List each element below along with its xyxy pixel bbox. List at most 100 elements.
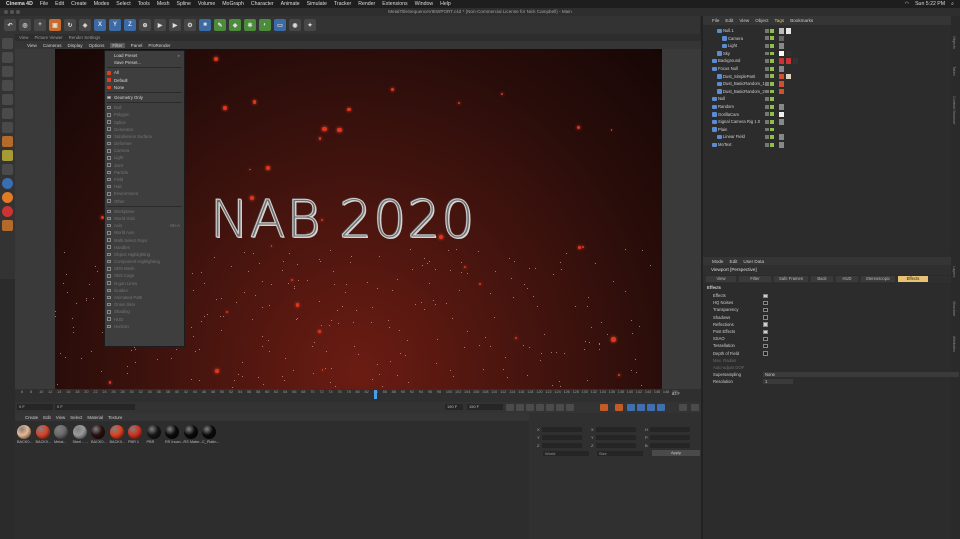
visibility-dot-icon[interactable] <box>765 142 769 147</box>
filter-menu-item[interactable]: Load Preset ▸ <box>105 52 184 59</box>
filter-menu-item[interactable]: Animated Path <box>105 294 184 301</box>
polygons-mode-icon[interactable] <box>2 122 13 133</box>
minimize-icon[interactable] <box>10 10 14 14</box>
side-tab[interactable]: Layers <box>952 266 956 277</box>
enable-check-icon[interactable] <box>770 142 774 147</box>
texture-mode-icon[interactable] <box>2 66 13 77</box>
material-swatch[interactable]: BACK0... <box>35 425 51 445</box>
tag-icon[interactable] <box>786 58 791 64</box>
visibility-dot-icon[interactable] <box>765 89 769 94</box>
tag-icon[interactable] <box>786 73 791 80</box>
object-row[interactable]: Dust_BasicRandom_2 <box>703 88 951 96</box>
timeline-ruler[interactable]: 6 8 10 12 14 16 18 20 22 24 26 28 30 32 34 36 38 40 42 44 46… <box>15 389 701 402</box>
object-row[interactable]: Background <box>703 57 951 65</box>
mat-menu-select[interactable]: Select <box>70 415 82 420</box>
coord-system-icon[interactable]: ⊕ <box>139 19 151 31</box>
plugin-icon-4[interactable] <box>2 220 13 231</box>
enable-check-icon[interactable] <box>770 66 774 71</box>
coord-mode-select[interactable]: Size <box>597 451 643 456</box>
checkbox[interactable] <box>763 351 768 356</box>
filter-menu-item[interactable]: Joint <box>105 162 184 169</box>
enable-check-icon[interactable] <box>770 59 774 63</box>
filter-menu-item[interactable]: Subdivision Surface <box>105 133 184 140</box>
attr-menu-mode[interactable]: Mode <box>712 259 724 264</box>
edges-mode-icon[interactable] <box>2 108 13 119</box>
tab-stereoscopic[interactable]: Stereoscopic <box>861 276 895 282</box>
checkbox[interactable] <box>763 293 768 298</box>
object-row[interactable]: GorillaCam <box>703 111 951 119</box>
tag-icon[interactable] <box>793 58 798 64</box>
snap-icon[interactable] <box>2 164 13 175</box>
object-row[interactable]: MoText <box>703 141 951 149</box>
mat-menu-material[interactable]: Material <box>87 415 103 420</box>
filter-menu-item[interactable]: Object Highlighting <box>105 251 184 258</box>
menu-help[interactable]: Help <box>440 1 451 7</box>
tag-icon[interactable] <box>779 50 784 57</box>
enable-check-icon[interactable] <box>770 43 774 48</box>
tag-icon[interactable] <box>779 104 784 110</box>
start-frame-field[interactable]: 0 F <box>17 404 53 410</box>
tag-icon[interactable] <box>779 81 784 87</box>
checkbox[interactable] <box>763 315 768 320</box>
autokey-icon[interactable] <box>615 404 623 411</box>
tweak-mode-icon[interactable] <box>2 150 13 161</box>
material-swatch[interactable]: BACK0... <box>109 425 125 445</box>
window-controls[interactable] <box>4 10 20 14</box>
camera-icon[interactable]: ◉ <box>289 19 301 31</box>
vp-menu-filter[interactable]: Filter <box>110 42 125 48</box>
filter-menu-item[interactable]: Component Highlighting <box>105 258 184 265</box>
filter-menu-item[interactable]: N-gon Lines <box>105 280 184 287</box>
filter-menu-item[interactable]: Light <box>105 154 184 161</box>
visibility-dot-icon[interactable] <box>765 59 769 63</box>
tab-back[interactable]: Back <box>811 276 833 282</box>
mat-menu-create[interactable]: Create <box>25 415 38 420</box>
side-tab[interactable]: Takes <box>952 66 956 76</box>
enable-check-icon[interactable] <box>770 104 774 109</box>
object-row[interactable]: Linear Field <box>703 133 951 141</box>
filter-menu-item[interactable]: Hair <box>105 183 184 190</box>
menu-select[interactable]: Select <box>116 1 130 7</box>
object-row[interactable]: Dust_BasicRandom_1 <box>703 80 951 88</box>
menu-mograph[interactable]: MoGraph <box>222 1 244 7</box>
tag-icon[interactable] <box>779 43 784 49</box>
object-row[interactable]: Light <box>703 42 951 50</box>
x-axis-button[interactable]: X <box>94 19 106 31</box>
tab-render-settings[interactable]: Render Settings <box>69 35 101 40</box>
tab-safe-frames[interactable]: Safe Frames <box>774 276 808 282</box>
pen-icon[interactable]: ✎ <box>214 19 226 31</box>
vp-menu-options[interactable]: Options <box>89 43 105 48</box>
light-icon[interactable]: ✦ <box>304 19 316 31</box>
goto-start-icon[interactable] <box>506 404 514 411</box>
enable-check-icon[interactable] <box>770 74 774 79</box>
plugin-icon-2[interactable] <box>2 192 13 203</box>
material-swatch[interactable]: BACK0... <box>17 425 33 445</box>
filter-menu-item[interactable]: SDS Mesh <box>105 265 184 272</box>
select-icon[interactable]: ◎ <box>19 19 31 31</box>
tag-icon[interactable] <box>786 28 791 34</box>
cube-icon[interactable]: ■ <box>199 19 211 31</box>
menu-spline[interactable]: Spline <box>177 1 191 7</box>
subdivision-icon[interactable]: ◆ <box>229 19 241 31</box>
max-frame-field[interactable]: 150 F <box>445 404 463 410</box>
visibility-dot-icon[interactable] <box>765 51 769 56</box>
filter-menu-item[interactable]: Particle <box>105 169 184 176</box>
floor-icon[interactable]: ▭ <box>274 19 286 31</box>
tab-hud[interactable]: HUD <box>836 276 858 282</box>
material-swatch[interactable]: PBR 1 <box>128 425 143 445</box>
visibility-dot-icon[interactable] <box>765 119 769 124</box>
next-key-icon[interactable] <box>556 404 564 411</box>
vp-menu-display[interactable]: Display <box>68 43 83 48</box>
key-param-icon[interactable] <box>657 404 665 411</box>
y-axis-button[interactable]: Y <box>109 19 121 31</box>
object-row[interactable]: Random <box>703 103 951 111</box>
om-menu-object[interactable]: Object <box>755 18 768 23</box>
vp-menu-prorender[interactable]: ProRender <box>148 43 170 48</box>
tag-icon[interactable] <box>779 119 784 125</box>
resolution-field[interactable]: 1 <box>763 378 793 385</box>
visibility-dot-icon[interactable] <box>765 28 769 33</box>
clock[interactable]: Sun 5:22 PM <box>915 1 945 8</box>
checkbox[interactable] <box>763 336 768 342</box>
filter-menu-item[interactable]: Environment <box>105 190 184 197</box>
menu-tools[interactable]: Tools <box>138 1 150 7</box>
coord-field[interactable] <box>542 427 582 432</box>
